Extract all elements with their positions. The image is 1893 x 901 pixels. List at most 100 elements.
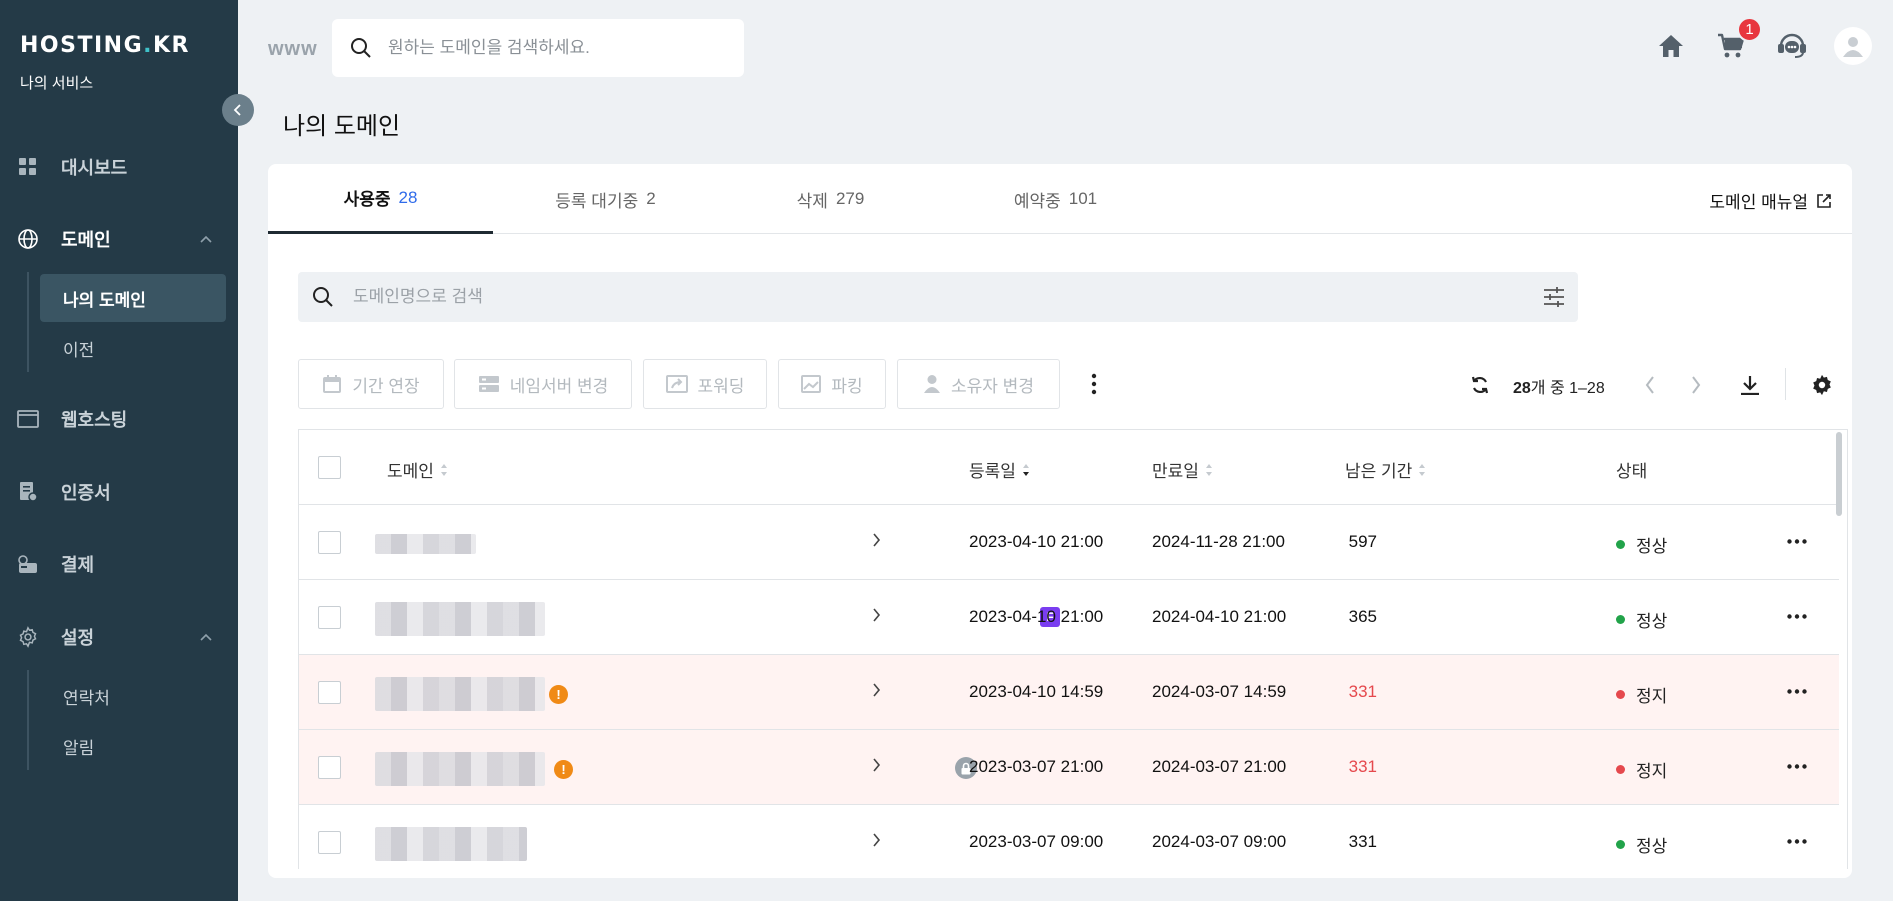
header-label: 남은 기간 (1345, 462, 1413, 481)
domain-search-input[interactable] (388, 19, 728, 77)
sidebar-subitem-contacts[interactable]: 연락처 (40, 672, 226, 720)
table-scrollbar[interactable] (1836, 432, 1842, 516)
chevron-right-icon (873, 683, 881, 697)
home-button[interactable] (1655, 30, 1687, 62)
select-all-checkbox[interactable] (318, 456, 341, 479)
row-checkbox[interactable] (318, 606, 341, 629)
search-icon (312, 286, 334, 308)
row-more-button[interactable] (1785, 531, 1809, 551)
row-more-button[interactable] (1785, 606, 1809, 626)
refresh-button[interactable] (1465, 370, 1495, 400)
table-row[interactable]: F 2023-04-10 21:00 2024-04-10 21:00 365 … (299, 580, 1839, 655)
header-label: 만료일 (1152, 462, 1199, 481)
sidebar-item-label: 대시보드 (61, 158, 128, 178)
column-header-registered[interactable]: 등록일 (969, 457, 1030, 482)
certificate-icon (16, 480, 40, 504)
chevron-right-icon (1692, 376, 1701, 394)
remaining-days: 331 (1348, 682, 1377, 701)
row-more-button[interactable] (1785, 681, 1809, 701)
row-expand-chevron[interactable] (872, 607, 881, 623)
more-horizontal-icon (1787, 613, 1807, 619)
domain-list-card: 사용중 28 등록 대기중 2 삭제 279 예약중 101 도메인 매뉴얼 기간 연장… (268, 164, 1852, 878)
domain-name-redacted[interactable] (375, 827, 527, 861)
status-label: 정상 (1636, 537, 1668, 556)
action-label: 소유자 변경 (951, 376, 1034, 396)
row-expand-chevron[interactable] (872, 832, 881, 848)
domain-manual-link[interactable]: 도메인 매뉴얼 (1709, 188, 1832, 213)
tab-reserved[interactable]: 예약중 101 (943, 164, 1168, 234)
tab-in-use[interactable]: 사용중 28 (268, 164, 493, 234)
row-expand-chevron[interactable] (872, 532, 881, 548)
status-label: 정지 (1636, 687, 1668, 706)
sidebar-item-domain[interactable]: 도메인 (0, 219, 238, 259)
sidebar-item-dashboard[interactable]: 대시보드 (0, 147, 238, 187)
chevron-right-icon (873, 833, 881, 847)
next-page-button[interactable] (1681, 370, 1711, 400)
row-more-button[interactable] (1785, 831, 1809, 851)
previous-page-button[interactable] (1635, 370, 1665, 400)
table-row[interactable]: 2023-04-10 21:00 2024-11-28 21:00 597 정상 (299, 505, 1839, 580)
row-more-button[interactable] (1785, 756, 1809, 776)
row-checkbox[interactable] (318, 831, 341, 854)
sidebar-item-label: 웹호스팅 (61, 410, 128, 430)
sidebar-collapse-button[interactable] (222, 94, 254, 126)
change-owner-button[interactable]: 소유자 변경 (897, 359, 1060, 409)
domain-name-redacted[interactable] (375, 752, 545, 786)
sidebar-subitem-notifications[interactable]: 알림 (40, 722, 226, 770)
status-badge: 정상 (1616, 532, 1667, 557)
column-header-expires[interactable]: 만료일 (1152, 457, 1213, 482)
forward-window-icon (665, 375, 688, 393)
row-checkbox[interactable] (318, 681, 341, 704)
sidebar-subitem-transfer[interactable]: 이전 (40, 324, 226, 372)
filter-sliders-icon[interactable] (1542, 285, 1566, 309)
column-header-remaining[interactable]: 남은 기간 (1345, 457, 1426, 482)
domain-list-search-box (298, 272, 1578, 322)
table-row[interactable]: ! 2023-03-07 21:00 2024-03-07 21:00 331 … (299, 730, 1839, 805)
sidebar-item-settings[interactable]: 설정 (0, 617, 238, 657)
more-actions-button[interactable] (1084, 359, 1104, 409)
sidebar-item-certificate[interactable]: 인증서 (0, 472, 238, 512)
status-badge: 정상 (1616, 607, 1667, 632)
action-label: 네임서버 변경 (509, 376, 609, 396)
table-row[interactable]: 2023-03-07 09:00 2024-03-07 09:00 331 정상 (299, 805, 1839, 869)
hosting-kr-logo[interactable]: HOSTING.KR (20, 33, 190, 58)
user-avatar[interactable] (1834, 27, 1872, 65)
forwarding-button[interactable]: 포워딩 (643, 359, 767, 409)
settings-button[interactable] (1807, 370, 1837, 400)
change-nameserver-button[interactable]: 네임서버 변경 (454, 359, 632, 409)
chevron-right-icon (873, 608, 881, 622)
table-header: 도메인 등록일 만료일 남은 기간 상태 (299, 430, 1839, 505)
registered-date: 2023-04-10 14:59 (969, 682, 1104, 701)
domain-name-redacted[interactable] (375, 534, 476, 554)
tab-deleted[interactable]: 삭제 279 (718, 164, 943, 234)
column-header-domain[interactable]: 도메인 (387, 457, 448, 482)
expiry-date: 2024-03-07 09:00 (1152, 832, 1287, 851)
domain-list-search-input[interactable] (353, 272, 1503, 322)
row-expand-chevron[interactable] (872, 757, 881, 773)
more-horizontal-icon (1787, 763, 1807, 769)
refresh-icon (1471, 376, 1489, 394)
header-label: 상태 (1616, 462, 1648, 481)
column-header-status: 상태 (1616, 457, 1647, 482)
sidebar-item-payment[interactable]: 결제 (0, 544, 238, 584)
table-row[interactable]: ! 2023-04-10 14:59 2024-03-07 14:59 331 … (299, 655, 1839, 730)
status-tabs: 사용중 28 등록 대기중 2 삭제 279 예약중 101 도메인 매뉴얼 (268, 164, 1852, 234)
more-horizontal-icon (1787, 538, 1807, 544)
tab-pending-registration[interactable]: 등록 대기중 2 (493, 164, 718, 234)
support-button[interactable] (1776, 30, 1808, 62)
download-button[interactable] (1735, 370, 1765, 400)
row-expand-chevron[interactable] (872, 682, 881, 698)
parking-button[interactable]: 파킹 (778, 359, 886, 409)
extend-period-button[interactable]: 기간 연장 (298, 359, 444, 409)
image-icon (801, 375, 822, 393)
sidebar-item-webhosting[interactable]: 웹호스팅 (0, 399, 238, 439)
tab-count: 101 (1068, 189, 1098, 208)
domain-name-redacted[interactable] (375, 602, 545, 636)
sidebar-subitem-my-domains[interactable]: 나의 도메인 (40, 274, 226, 322)
row-checkbox[interactable] (318, 531, 341, 554)
domain-name-redacted[interactable] (375, 677, 545, 711)
gear-icon (16, 625, 40, 649)
row-checkbox[interactable] (318, 756, 341, 779)
payment-icon (16, 552, 40, 576)
pagination-info: 28개 중 1–28 (1513, 374, 1605, 398)
